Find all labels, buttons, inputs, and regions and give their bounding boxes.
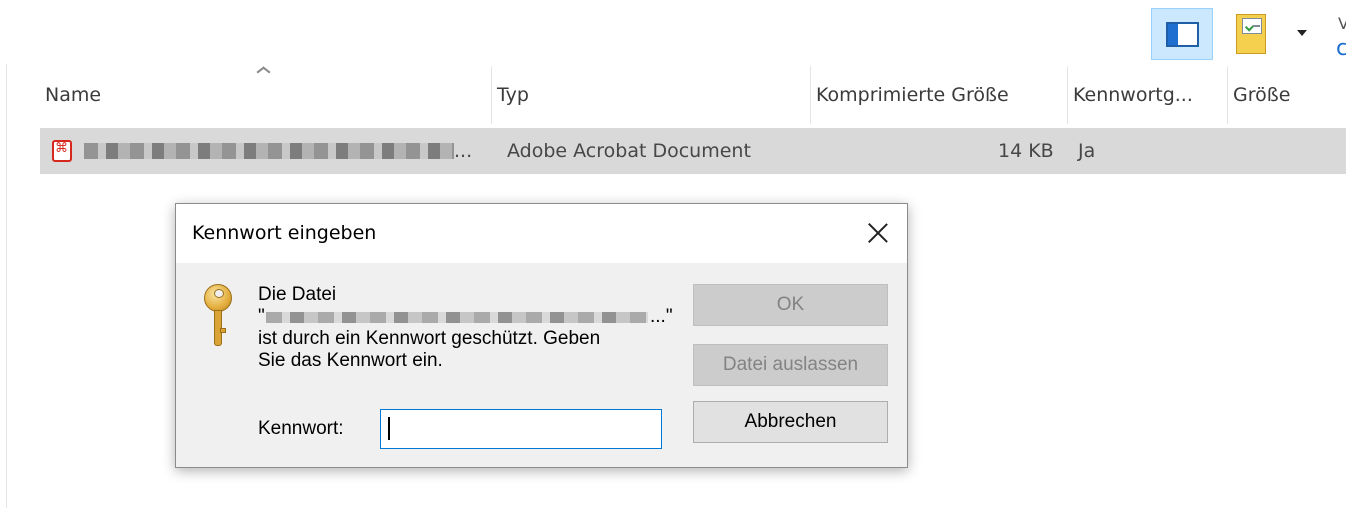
column-header-password[interactable]: Kennwortg... [1067, 66, 1227, 124]
sort-ascending-icon [256, 66, 270, 74]
preview-pane-icon [1166, 22, 1199, 47]
file-name-redacted [266, 312, 648, 323]
dialog-title: Kennwort eingeben [192, 222, 377, 244]
column-label-size: Größe [1233, 84, 1291, 106]
toolbar-overflow: V c [1334, 14, 1346, 62]
pdf-file-icon: ⌘ [52, 140, 72, 162]
cancel-button[interactable]: Abbrechen [693, 401, 888, 443]
password-input[interactable] [380, 409, 662, 449]
options-button[interactable] [1236, 14, 1272, 56]
overflow-letter: V [1338, 14, 1346, 33]
dropdown-arrow-icon[interactable] [1297, 30, 1307, 36]
file-password-flag: Ja [1078, 140, 1096, 162]
skip-file-button[interactable]: Datei auslassen [693, 344, 888, 386]
overflow-icon: c [1336, 36, 1346, 61]
password-label: Kennwort: [258, 418, 344, 439]
column-header-size[interactable]: Größe [1227, 66, 1346, 124]
column-label-compressed-size: Komprimierte Größe [816, 84, 1009, 106]
quote-close: ..." [650, 306, 673, 327]
column-header-row: Name Typ Komprimierte Größe Kennwortg...… [40, 66, 1346, 124]
file-type: Adobe Acrobat Document [507, 140, 751, 162]
message-line-3: ist durch ein Kennwort geschützt. Geben [258, 328, 601, 349]
close-icon[interactable] [863, 218, 893, 248]
column-header-type[interactable]: Typ [491, 66, 810, 124]
column-label-password: Kennwortg... [1073, 84, 1193, 106]
file-name-ellipsis: ... [454, 140, 473, 162]
file-row[interactable]: ⌘ ... Adobe Acrobat Document 14 KB Ja [40, 128, 1346, 174]
preview-pane-button[interactable] [1151, 8, 1213, 60]
ok-button[interactable]: OK [693, 284, 888, 326]
text-caret [388, 417, 390, 440]
dialog-message: Die Datei " ..." ist durch ein Kennwort … [258, 284, 678, 372]
file-name-redacted [84, 143, 454, 159]
column-label-name: Name [45, 84, 102, 106]
column-label-type: Typ [497, 84, 529, 106]
message-line-4: Sie das Kennwort ein. [258, 350, 443, 371]
file-compressed-size: 14 KB [998, 140, 1054, 162]
message-file-name: " ..." [258, 306, 678, 328]
quote-open: " [258, 306, 265, 327]
dialog-titlebar[interactable]: Kennwort eingeben [176, 204, 907, 263]
key-icon [202, 284, 236, 348]
password-dialog: Kennwort eingeben Die Datei " ..." ist d… [175, 203, 908, 468]
column-header-compressed-size[interactable]: Komprimierte Größe [810, 66, 1067, 124]
pane-border [6, 64, 7, 508]
options-icon [1236, 14, 1266, 54]
column-header-name[interactable]: Name [40, 66, 491, 124]
message-line-1: Die Datei [258, 284, 337, 305]
